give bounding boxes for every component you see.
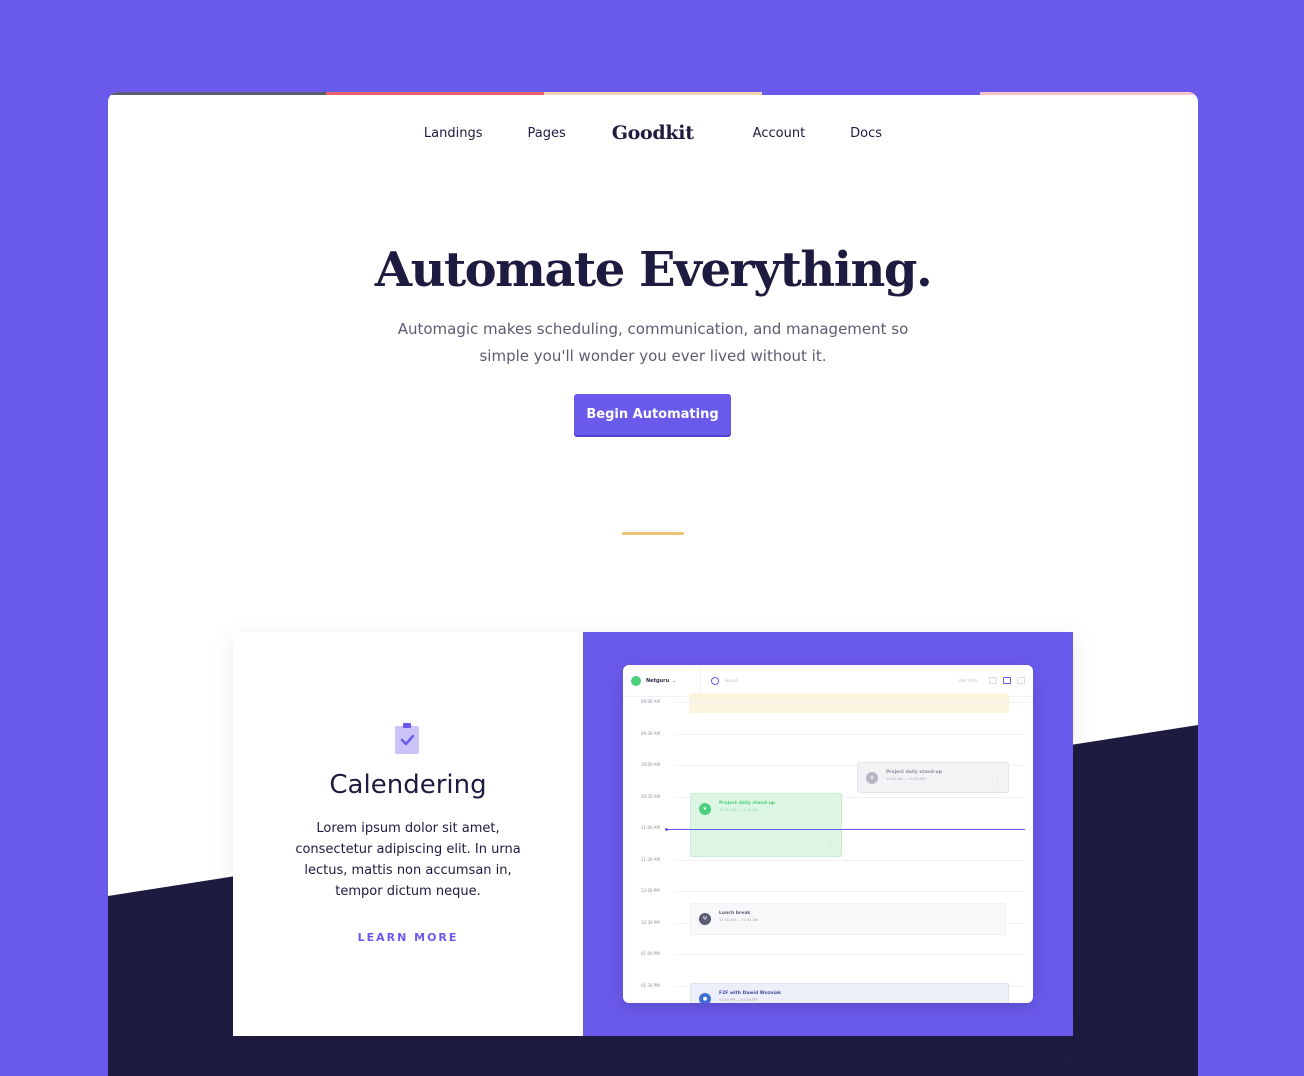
hero-title-end: . <box>915 242 933 298</box>
feature-screenshot-panel: Netguru ⌄ Search Add item ⋮ 09:00 AM 09:… <box>583 632 1073 1036</box>
logo[interactable]: Goodkit <box>612 122 694 144</box>
learn-more-link[interactable]: LEARN MORE <box>233 931 583 944</box>
add-item-text[interactable]: Add item <box>959 678 977 683</box>
page-frame: Landings Pages Goodkit Account Docs Auto… <box>108 92 1198 1076</box>
calendar-search[interactable]: Search <box>700 665 926 697</box>
event-title: F2F with Dawid Wozniak <box>719 991 782 996</box>
calendar-event[interactable]: ★ Project daily stand-up 10:30 AM — 11:3… <box>690 793 842 857</box>
time-row: 09:30 AM <box>623 731 1033 736</box>
hero-title-start: Automate <box>374 242 639 298</box>
begin-automating-button[interactable]: Begin Automating <box>574 394 731 435</box>
org-avatar <box>631 675 641 686</box>
hero-subtitle-line-2: simple you'll wonder you ever lived with… <box>479 347 827 365</box>
view-toggles: Add item <box>959 677 1025 684</box>
time-label: 12:00 PM <box>641 888 660 893</box>
feature-description: Lorem ipsum dolor sit amet, consectetur … <box>295 821 521 899</box>
calendar-event[interactable]: ● F2F with Dawid Wozniak 01:30 PM — 02:0… <box>690 983 1009 1003</box>
time-label: 09:00 AM <box>641 699 660 704</box>
calendar-view-icon[interactable] <box>1017 677 1025 684</box>
time-label: 09:30 AM <box>641 731 660 736</box>
event-title: Project daily stand-up <box>886 770 943 775</box>
search-placeholder: Search <box>724 678 739 683</box>
time-label: 01:00 PM <box>641 951 660 956</box>
grid-view-icon[interactable] <box>989 677 997 684</box>
event-time: 10:00 AM — 10:30 AM <box>886 777 925 781</box>
time-label: 01:30 PM <box>641 983 660 988</box>
time-label: 11:30 AM <box>641 857 660 862</box>
calendar-event[interactable]: ⋮ <box>689 693 1009 713</box>
nav-item-pages[interactable]: Pages <box>528 126 566 141</box>
hero-subtitle-line-1: Automagic makes scheduling, communicatio… <box>397 320 909 338</box>
event-avatar: ● <box>699 993 711 1003</box>
event-avatar: ★ <box>699 803 711 815</box>
time-label: 10:30 AM <box>641 794 660 799</box>
org-name[interactable]: Netguru <box>646 678 669 684</box>
time-label: 11:00 AM <box>641 825 660 830</box>
nav-item-account[interactable]: Account <box>753 126 806 141</box>
nav-item-docs[interactable]: Docs <box>850 126 882 141</box>
feature-card: Calendering Lorem ipsum dolor sit amet, … <box>233 632 1073 1036</box>
hero-subtitle: Automagic makes scheduling, communicatio… <box>108 316 1198 370</box>
event-avatar: ★ <box>866 772 878 784</box>
calendar-event[interactable]: Ψ Lunch break 12:30 AM — 12:45 AM <box>690 903 1006 935</box>
fork-knife-icon: Ψ <box>699 913 711 925</box>
hero-title: Automate Everything. <box>108 242 1198 298</box>
event-title: Project daily stand-up <box>719 801 776 806</box>
time-label: 10:00 AM <box>641 762 660 767</box>
calendar-event[interactable]: ★ Project daily stand-up 10:00 AM — 10:3… <box>857 762 1009 793</box>
time-row: 09:00 AM <box>623 699 1033 704</box>
event-time: 01:30 PM — 02:00 PM <box>719 998 758 1002</box>
more-icon[interactable]: ⋮ <box>828 844 833 850</box>
main-nav: Landings Pages Goodkit Account Docs <box>108 120 1198 146</box>
time-row: 12:00 PM <box>623 888 1033 893</box>
calendar-timeline: ⋮ 09:00 AM 09:30 AM 10:00 AM 10:30 AM 11… <box>623 693 1033 1003</box>
event-time: 10:30 AM — 11:30 AM <box>719 808 758 812</box>
current-time-line <box>665 828 1025 831</box>
section-divider <box>622 532 684 535</box>
top-accent-bar <box>108 92 1198 95</box>
more-icon[interactable]: ⋮ <box>995 780 1000 786</box>
time-row: 11:30 AM <box>623 857 1033 862</box>
feature-card-text: Calendering Lorem ipsum dolor sit amet, … <box>233 632 583 1036</box>
event-time: 12:30 AM — 12:45 AM <box>719 918 758 922</box>
list-view-icon[interactable] <box>1003 677 1011 684</box>
nav-item-landings[interactable]: Landings <box>424 126 483 141</box>
calendar-app-window: Netguru ⌄ Search Add item ⋮ 09:00 AM 09:… <box>623 665 1033 1003</box>
chevron-down-icon[interactable]: ⌄ <box>672 678 676 684</box>
search-icon <box>711 676 720 685</box>
time-label: 12:30 PM <box>641 920 660 925</box>
time-row: 01:00 PM <box>623 951 1033 956</box>
feature-title: Calendering <box>329 770 487 800</box>
event-title: Lunch break <box>719 911 751 916</box>
hero-title-highlight: Everything <box>638 242 917 298</box>
clipboard-check-icon <box>395 723 419 754</box>
